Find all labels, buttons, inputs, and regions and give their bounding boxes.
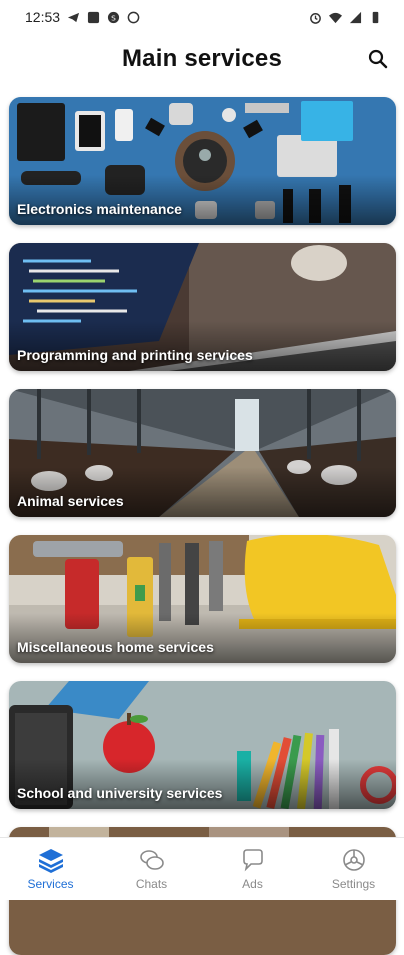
- nav-label-chats: Chats: [135, 877, 168, 891]
- settings-icon: [341, 847, 367, 873]
- nav-label-ads: Ads: [242, 877, 263, 891]
- nav-label-settings: Settings: [331, 877, 376, 891]
- service-card-programming[interactable]: Programming and printing services: [9, 243, 396, 371]
- status-right: [309, 11, 382, 24]
- whatsapp-icon: [127, 11, 140, 23]
- layers-icon: [38, 847, 64, 873]
- svg-text:S: S: [111, 13, 116, 22]
- status-bar: 12:53 S: [0, 0, 404, 34]
- alarm-icon: [310, 12, 321, 24]
- service-label: Miscellaneous home services: [17, 639, 214, 655]
- s-icon: S: [107, 11, 120, 23]
- status-left: 12:53 S: [25, 9, 140, 25]
- page-title: Main services: [121, 45, 283, 72]
- nav-label-services: Services: [27, 877, 74, 891]
- nav-ads[interactable]: Ads: [208, 847, 298, 891]
- card-shade: [9, 175, 396, 225]
- app-header: Main services: [0, 36, 404, 82]
- card-shade: [9, 613, 396, 663]
- service-card-home[interactable]: Miscellaneous home services: [9, 535, 396, 663]
- card-shade: [9, 321, 396, 371]
- bottom-navigation: Services Chats Ads Settings: [0, 837, 404, 900]
- card-shade: [9, 759, 396, 809]
- service-label: Programming and printing services: [17, 347, 253, 363]
- service-card-school[interactable]: School and university services: [9, 681, 396, 809]
- battery-icon: [372, 11, 379, 23]
- wifi-icon: [329, 12, 342, 23]
- nav-chats[interactable]: Chats: [107, 847, 197, 891]
- service-card-animal[interactable]: Animal services: [9, 389, 396, 517]
- service-label: Electronics maintenance: [17, 201, 182, 217]
- chat-bubbles-icon: [139, 847, 165, 873]
- service-label: School and university services: [17, 785, 223, 801]
- search-icon: [368, 49, 388, 69]
- search-button[interactable]: [366, 47, 390, 71]
- signal-icon: [349, 11, 362, 23]
- service-card-electronics[interactable]: Electronics maintenance: [9, 97, 396, 225]
- nav-settings[interactable]: Settings: [309, 847, 399, 891]
- speech-icon: [240, 847, 266, 873]
- service-label: Animal services: [17, 493, 124, 509]
- card-shade: [9, 467, 396, 517]
- telegram-icon: [67, 12, 80, 22]
- nav-services[interactable]: Services: [6, 847, 96, 891]
- app-icon: [87, 11, 100, 23]
- status-time: 12:53: [25, 9, 61, 25]
